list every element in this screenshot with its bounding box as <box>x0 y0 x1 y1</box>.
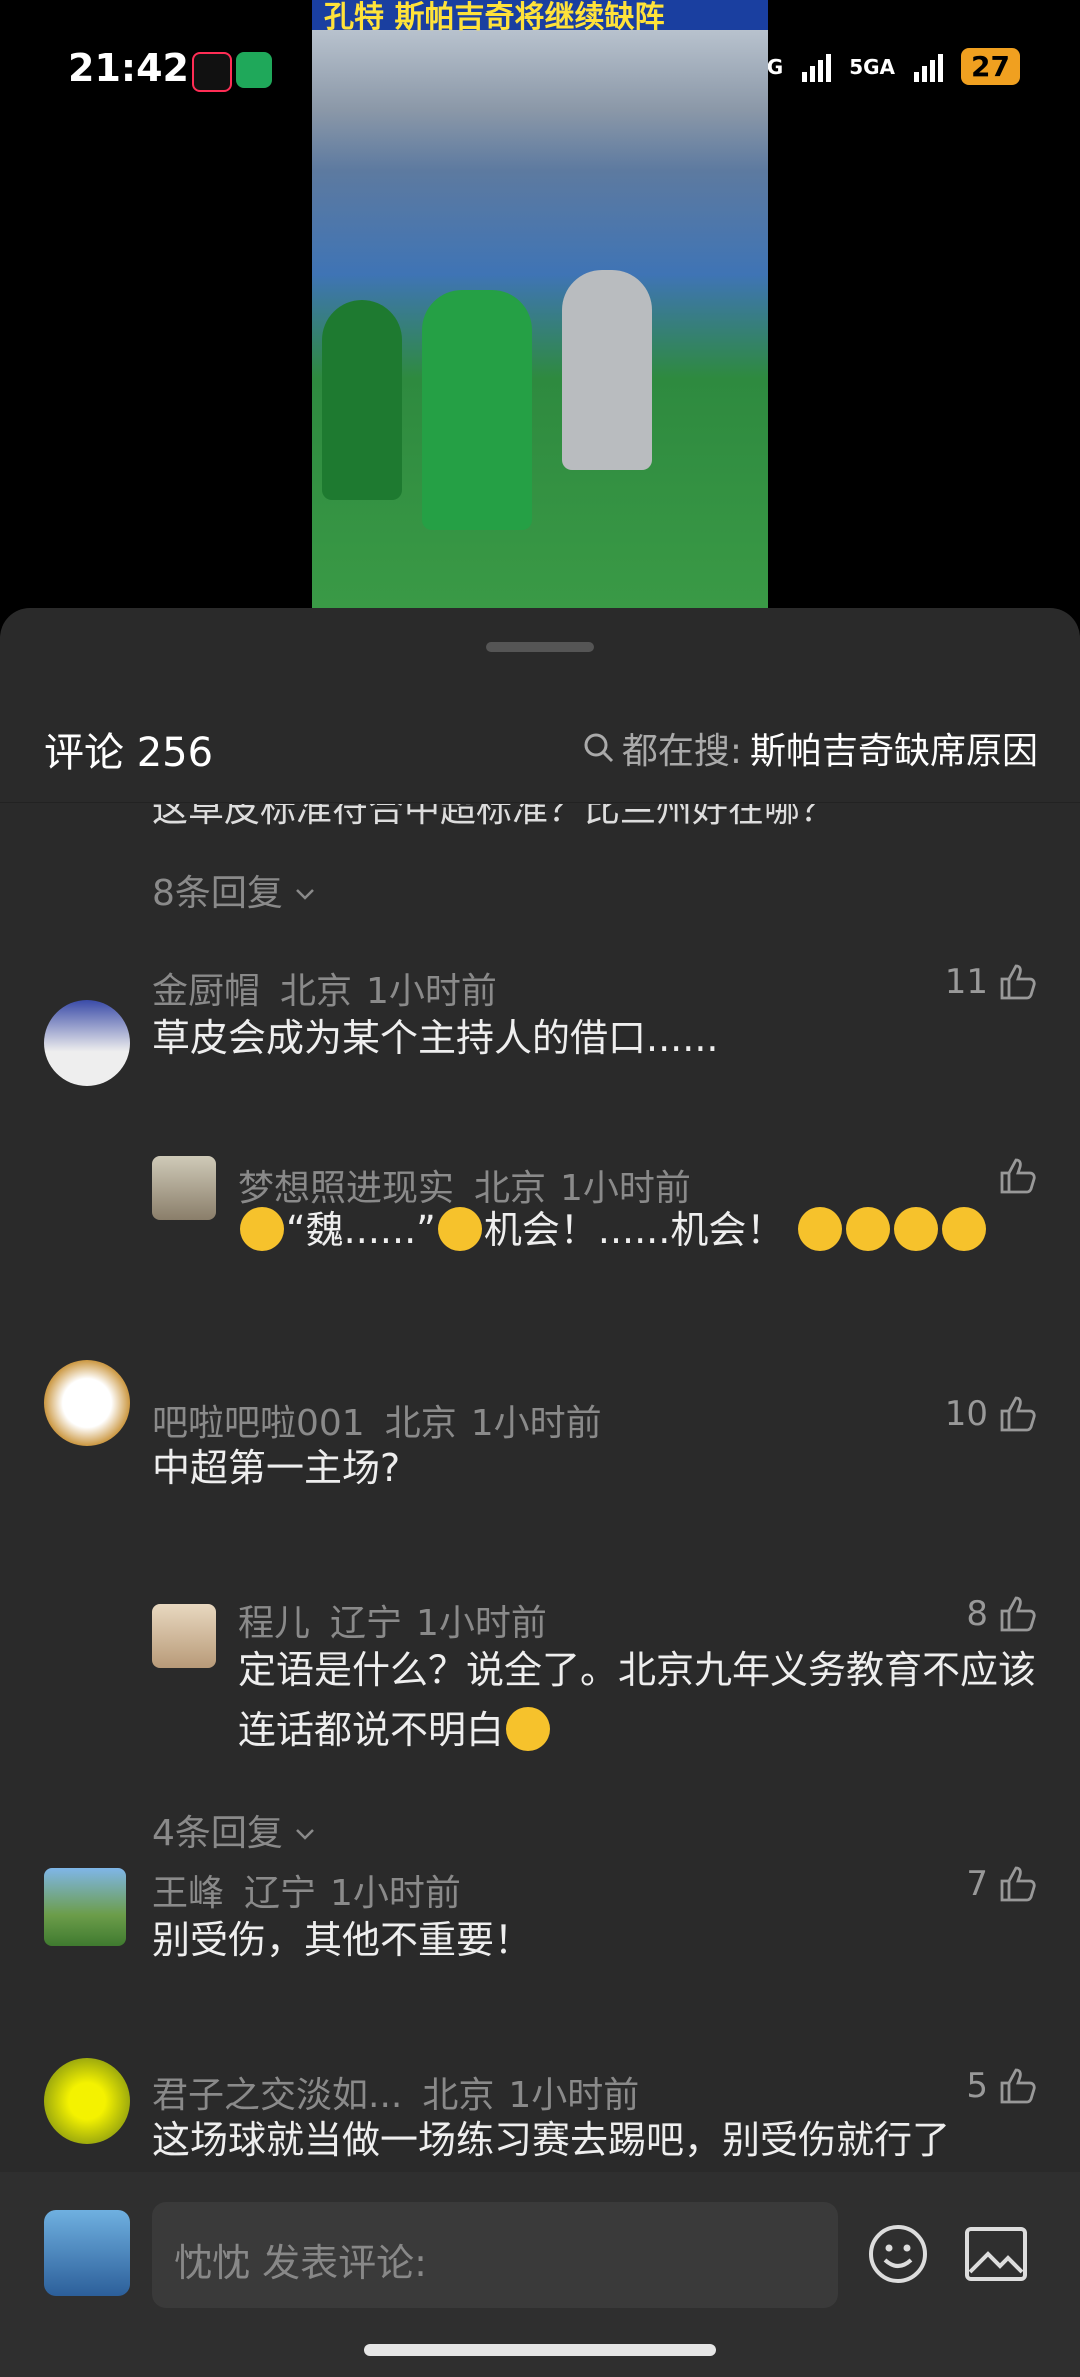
search-icon <box>584 733 613 763</box>
timestamp: 1小时前 <box>366 971 497 1012</box>
like-button[interactable]: 11 <box>945 962 1038 1002</box>
search-prefix: 都在搜: <box>621 731 742 772</box>
thumb-up-icon <box>1000 1158 1036 1194</box>
status-time: 21:42 <box>68 46 189 90</box>
oppo-notification-icon <box>236 52 272 88</box>
username[interactable]: 王峰 <box>152 1873 224 1914</box>
avatar[interactable] <box>152 1156 216 1220</box>
divider <box>0 802 1080 803</box>
comment-input[interactable]: 忱忱 发表评论: <box>152 2202 838 2308</box>
like-button[interactable]: 7 <box>966 1864 1038 1904</box>
timestamp: 1小时前 <box>416 1603 547 1644</box>
reply-text: “魏......” 机会！......机会！ <box>238 1200 988 1260</box>
grin-emoji-icon <box>942 1207 987 1251</box>
signal-icon <box>802 53 832 82</box>
sweat-emoji-icon <box>506 1707 551 1751</box>
expand-replies-label: 8条回复 <box>152 873 283 914</box>
video-player[interactable]: 孔特 斯帕吉奇将继续缺阵 <box>312 0 768 610</box>
player-figure <box>422 290 532 530</box>
comment-text: 草皮会成为某个主持人的借口...... <box>152 1016 719 1060</box>
username[interactable]: 程儿 <box>238 1603 310 1644</box>
timestamp: 1小时前 <box>470 1403 602 1444</box>
reply-text-part: 机会！......机会！ <box>483 1208 785 1252</box>
chevron-down-icon <box>296 889 315 900</box>
like-count: 8 <box>966 1594 988 1634</box>
avatar[interactable] <box>44 1000 130 1086</box>
timestamp: 1小时前 <box>330 1873 461 1914</box>
like-count: 5 <box>966 2066 988 2106</box>
thumb-up-icon <box>1000 1596 1036 1632</box>
avatar[interactable] <box>44 2058 130 2144</box>
search-keyword[interactable]: 斯帕吉奇缺席原因 <box>750 722 1038 774</box>
home-indicator[interactable] <box>364 2344 716 2356</box>
expand-replies-label: 4条回复 <box>152 1813 283 1854</box>
image-icon[interactable] <box>964 2226 1028 2282</box>
comment-meta: 金厨帽 北京 1小时前 <box>152 962 497 1014</box>
reply-text-part: “魏......” <box>286 1208 436 1252</box>
thumb-up-icon <box>1000 964 1036 1000</box>
location: 北京 <box>280 971 353 1012</box>
signal-icon-2 <box>914 53 944 82</box>
comment-text: 这场球就当做一场练习赛去踢吧，别受伤就行了 <box>152 2118 951 2162</box>
thumb-up-icon <box>1000 1396 1036 1432</box>
battery-icon: 27 <box>961 48 1020 85</box>
location: 辽宁 <box>244 1873 317 1914</box>
network-label-2: 5GA <box>849 54 896 79</box>
tiktok-notification-icon <box>192 52 232 92</box>
comment-text: 中超第一主场? <box>152 1446 401 1490</box>
comment-meta: 王峰 辽宁 1小时前 <box>152 1864 461 1916</box>
grin-emoji-icon <box>240 1207 284 1251</box>
crying-laugh-emoji-icon <box>437 1207 482 1251</box>
username[interactable]: 金厨帽 <box>152 971 260 1012</box>
reply-text: 定语是什么？说全了。北京九年义务教育不应该连话都说不明白 <box>238 1640 1038 1760</box>
comment-text: 别受伤，其他不重要！ <box>152 1918 533 1962</box>
avatar[interactable] <box>44 1868 126 1946</box>
player-figure <box>562 270 652 470</box>
trending-search[interactable]: 都在搜: 斯帕吉奇缺席原因 <box>582 722 1038 774</box>
my-avatar[interactable] <box>44 2210 130 2296</box>
comment-count-title: 评论 256 <box>44 730 214 776</box>
video-title-band: 孔特 斯帕吉奇将继续缺阵 <box>312 0 768 35</box>
avatar[interactable] <box>152 1604 216 1668</box>
video-title: 孔特 斯帕吉奇将继续缺阵 <box>324 0 665 35</box>
emoji-icon[interactable] <box>868 2224 928 2284</box>
crying-laugh-emoji-icon <box>798 1207 843 1251</box>
like-count: 11 <box>944 962 988 1002</box>
like-count: 10 <box>944 1394 988 1434</box>
partial-comment-text: 这草皮标准符合中超标准？比兰州好在哪？ <box>152 804 837 830</box>
like-button[interactable] <box>998 1156 1038 1196</box>
chevron-down-icon <box>296 1829 315 1840</box>
grin-emoji-icon <box>846 1207 891 1251</box>
reply-text-part: 定语是什么？说全了。北京九年义务教育不应该连话都说不明白 <box>238 1648 1037 1752</box>
player-figure <box>322 300 402 500</box>
location: 辽宁 <box>330 1603 403 1644</box>
thumb-up-icon <box>1000 2068 1036 2104</box>
like-button[interactable]: 8 <box>966 1594 1038 1634</box>
thumb-up-icon <box>1000 1866 1036 1902</box>
drag-handle[interactable] <box>486 642 594 652</box>
avatar[interactable] <box>44 1360 130 1446</box>
comment-list[interactable]: 这草皮标准符合中超标准？比兰州好在哪？ 8条回复 金厨帽 北京 1小时前 11 草皮… <box>0 804 1080 2172</box>
expand-replies-button[interactable]: 4条回复 <box>152 1804 316 1856</box>
like-count: 7 <box>966 1864 988 1904</box>
comment-input-placeholder: 忱忱 发表评论: <box>174 2241 427 2285</box>
like-button[interactable]: 10 <box>945 1394 1038 1434</box>
comment-panel: 评论 256 都在搜: 斯帕吉奇缺席原因 这草皮标准符合中超标准？比兰州好在哪？… <box>0 608 1080 2377</box>
reply-meta: 程儿 辽宁 1小时前 <box>238 1594 547 1646</box>
grin-emoji-icon <box>894 1207 939 1251</box>
expand-replies-button[interactable]: 8条回复 <box>152 864 316 916</box>
like-button[interactable]: 5 <box>966 2066 1038 2106</box>
